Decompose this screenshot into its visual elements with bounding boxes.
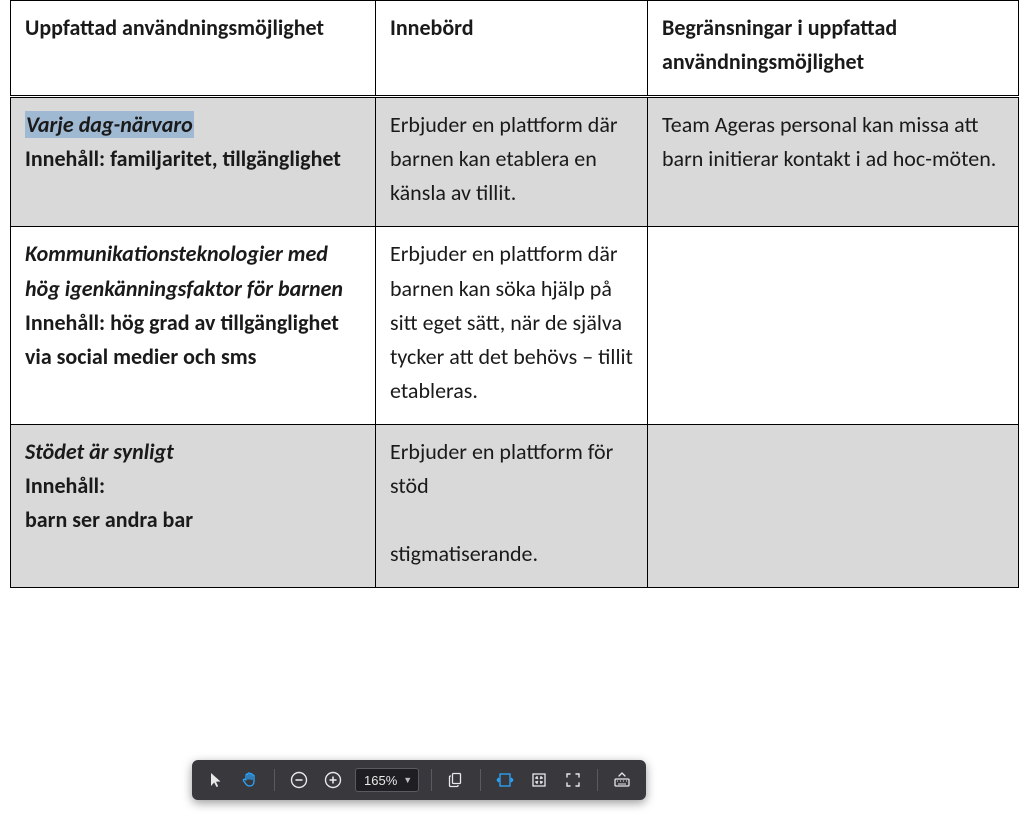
table-row: Stödet är synligt Innehåll: barn ser and… bbox=[11, 424, 1019, 587]
show-keyboard-button[interactable] bbox=[606, 764, 638, 796]
fullscreen-button[interactable] bbox=[557, 764, 589, 796]
meaning-text-cut[interactable]: stigmatiserande. bbox=[390, 540, 538, 567]
cell-col1[interactable]: Varje dag-närvaro Innehåll: familjaritet… bbox=[11, 97, 376, 227]
pan-tool-button[interactable] bbox=[234, 764, 266, 796]
cell-col2[interactable]: Erbjuder en plattform där barnen kan sök… bbox=[376, 227, 648, 424]
table-header-row: Uppfattad användningsmöjlighet Innebörd … bbox=[11, 1, 1019, 97]
zoom-out-icon bbox=[290, 771, 308, 789]
zoom-in-button[interactable] bbox=[317, 764, 349, 796]
cell-col3[interactable] bbox=[648, 227, 1019, 424]
zoom-value: 165% bbox=[364, 773, 397, 788]
header-col3: Begränsningar i uppfattad användningsmöj… bbox=[648, 1, 1019, 97]
header-col2: Innebörd bbox=[376, 1, 648, 97]
content-label[interactable]: Innehåll: bbox=[25, 469, 361, 503]
zoom-out-button[interactable] bbox=[283, 764, 315, 796]
meaning-text[interactable]: Erbjuder en plattform för stöd bbox=[390, 438, 613, 499]
row-title[interactable]: Stödet är synligt bbox=[25, 435, 361, 469]
fit-width-icon bbox=[495, 771, 515, 789]
caret-down-icon: ▼ bbox=[403, 775, 412, 785]
hand-pan-icon bbox=[241, 771, 259, 789]
zoom-level-dropdown[interactable]: 165% ▼ bbox=[355, 768, 419, 792]
toolbar-separator bbox=[480, 769, 481, 791]
pdf-toolbar: 165% ▼ bbox=[192, 760, 646, 800]
table-row: Varje dag-närvaro Innehåll: familjaritet… bbox=[11, 97, 1019, 227]
select-arrow-icon bbox=[208, 772, 224, 788]
row-title[interactable]: Kommunikationsteknologier med hög igenkä… bbox=[25, 237, 361, 305]
cell-col1[interactable]: Kommunikationsteknologier med hög igenkä… bbox=[11, 227, 376, 424]
cell-col1[interactable]: Stödet är synligt Innehåll: barn ser and… bbox=[11, 424, 376, 587]
toolbar-separator bbox=[431, 769, 432, 791]
content-label[interactable]: Innehåll: familjaritet, tillgänglighet bbox=[25, 142, 361, 176]
content-label[interactable]: Innehåll: hög grad av tillgänglighet via… bbox=[25, 306, 361, 374]
document-table: Uppfattad användningsmöjlighet Innebörd … bbox=[10, 0, 1019, 588]
header-col1: Uppfattad användningsmöjlighet bbox=[11, 1, 376, 97]
fit-page-button[interactable] bbox=[523, 764, 555, 796]
cell-col3[interactable]: Team Ageras personal kan missa att barn … bbox=[648, 97, 1019, 227]
fullscreen-icon bbox=[564, 771, 582, 789]
keyboard-up-icon bbox=[612, 771, 632, 789]
copy-pages-button[interactable] bbox=[440, 764, 472, 796]
fit-page-icon bbox=[530, 771, 548, 789]
copy-pages-icon bbox=[447, 771, 465, 789]
cell-col2[interactable]: Erbjuder en plattform där barnen kan eta… bbox=[376, 97, 648, 227]
toolbar-separator bbox=[597, 769, 598, 791]
zoom-in-icon bbox=[324, 771, 342, 789]
selected-text[interactable]: Varje dag-närvaro bbox=[25, 111, 194, 138]
select-tool-button[interactable] bbox=[200, 764, 232, 796]
cell-col2[interactable]: Erbjuder en plattform för stöd stigmatis… bbox=[376, 424, 648, 587]
content-label[interactable]: barn ser andra bar bbox=[25, 503, 361, 537]
toolbar-separator bbox=[274, 769, 275, 791]
cell-col3[interactable] bbox=[648, 424, 1019, 587]
table-row: Kommunikationsteknologier med hög igenkä… bbox=[11, 227, 1019, 424]
fit-width-button[interactable] bbox=[489, 764, 521, 796]
